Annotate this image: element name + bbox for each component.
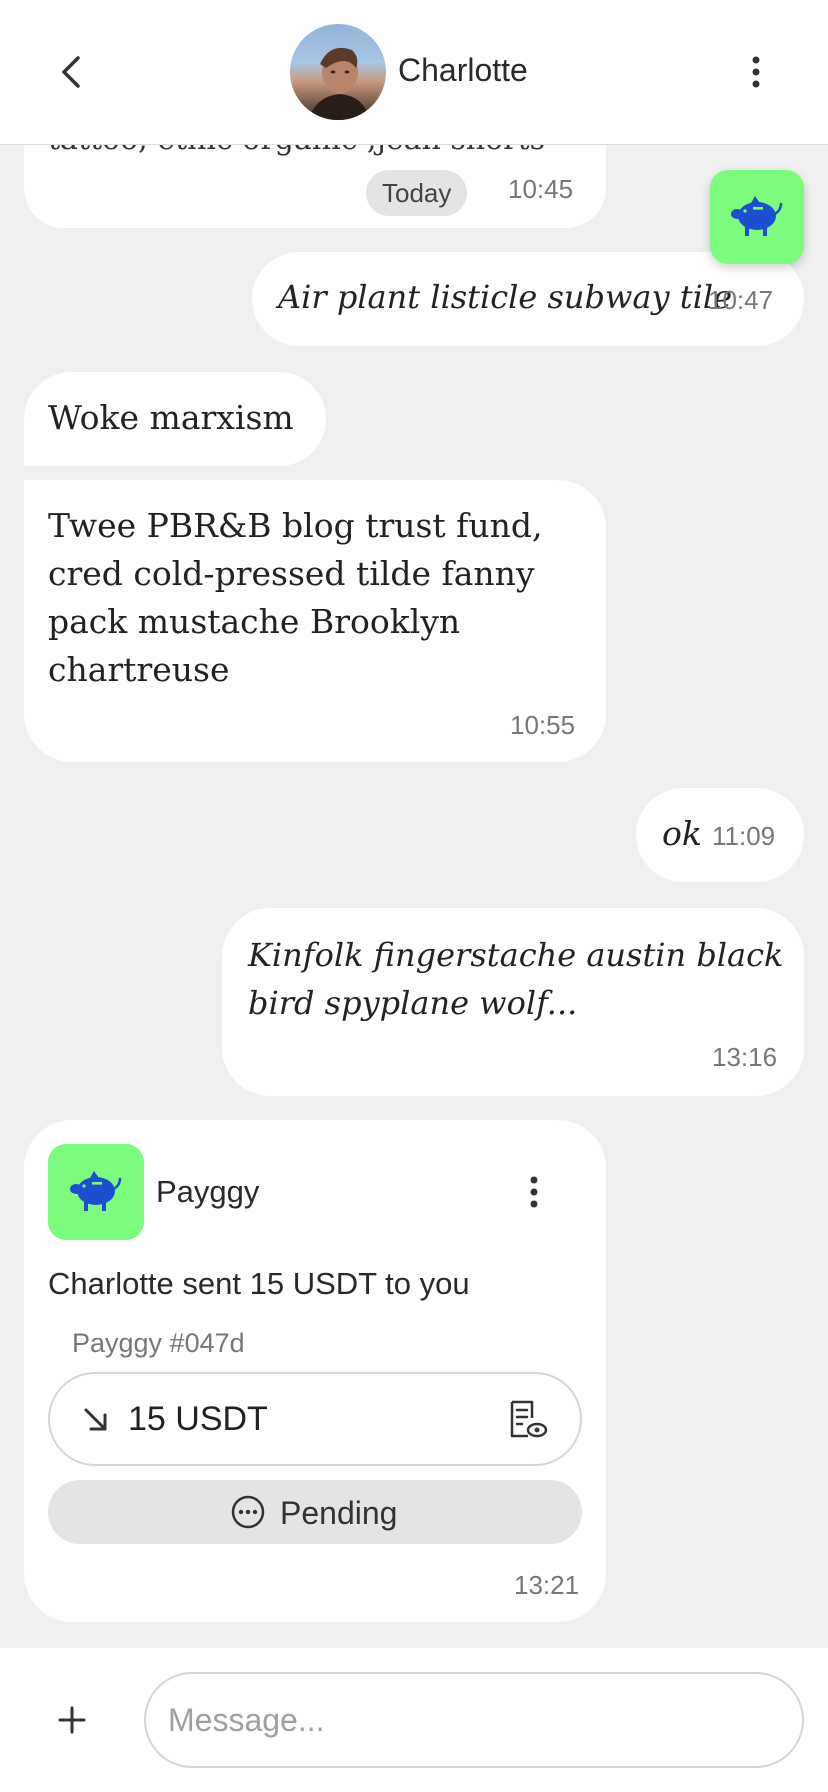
payment-amount-row[interactable]: 15 USDT — [48, 1372, 582, 1466]
payment-reference: Payggy #047d — [72, 1328, 245, 1358]
message-text-line: pack mustache Brooklyn — [48, 602, 461, 641]
message-text-line: chartreuse — [48, 650, 230, 689]
piggy-bank-icon — [731, 196, 783, 236]
more-vertical-icon — [752, 56, 760, 88]
message-text: Air plant listicle subway tile — [278, 278, 732, 316]
avatar[interactable] — [290, 24, 386, 120]
payggy-app-icon — [48, 1144, 144, 1240]
message-text-line: Kinfolk fingerstache austin black — [248, 936, 784, 974]
message-text: Woke marxism — [48, 398, 294, 437]
message-time: 10:45 — [508, 174, 574, 204]
back-button[interactable] — [44, 44, 100, 100]
plus-icon — [58, 1706, 86, 1734]
payment-status-text: Pending — [280, 1495, 398, 1531]
piggy-bank-icon — [70, 1171, 122, 1211]
message-text-line: cred cold-pressed tilde fanny — [48, 554, 535, 593]
view-receipt-button[interactable] — [506, 1398, 550, 1442]
message-time: 10:47 — [708, 285, 774, 315]
date-badge: Today — [366, 170, 468, 216]
payment-description: Charlotte sent 15 USDT to you — [48, 1266, 470, 1301]
outgoing-message[interactable]: Air plant listicle subway tile 10:47 — [252, 252, 804, 346]
message-time: 11:09 — [712, 821, 776, 851]
attach-button[interactable] — [50, 1692, 94, 1748]
payment-card-menu-button[interactable] — [514, 1164, 554, 1220]
receipt-view-icon — [510, 1400, 548, 1438]
payment-amount: 15 USDT — [128, 1400, 268, 1438]
payggy-launch-button[interactable] — [710, 170, 804, 264]
more-options-button[interactable] — [736, 44, 776, 100]
outgoing-message[interactable]: Kinfolk fingerstache austin black bird s… — [222, 908, 804, 1096]
message-text: ok — [662, 814, 702, 853]
arrow-down-right-icon — [84, 1408, 107, 1431]
message-time: 10:55 — [510, 710, 576, 740]
back-arrow-icon — [62, 56, 80, 88]
message-text-line: bird spyplane wolf... — [248, 984, 578, 1022]
payment-app-name: Payggy — [156, 1174, 260, 1209]
outgoing-message[interactable]: ok 11:09 — [636, 788, 804, 882]
message-time: 13:21 — [514, 1570, 580, 1600]
incoming-message[interactable]: Twee PBR&B blog trust fund, cred cold-pr… — [24, 480, 606, 762]
message-text-line: Twee PBR&B blog trust fund, — [48, 506, 543, 545]
avatar-portrait-icon — [308, 47, 370, 120]
payment-status-pill: Pending — [48, 1480, 582, 1544]
chat-header: Charlotte — [0, 0, 828, 145]
message-time: 13:16 — [712, 1042, 778, 1072]
contact-name[interactable]: Charlotte — [398, 52, 528, 89]
message-input[interactable] — [144, 1672, 804, 1768]
dots-circle-icon — [231, 1495, 265, 1529]
more-vertical-icon — [530, 1176, 538, 1208]
message-composer — [0, 1648, 828, 1792]
incoming-message[interactable]: Woke marxism — [24, 372, 326, 466]
